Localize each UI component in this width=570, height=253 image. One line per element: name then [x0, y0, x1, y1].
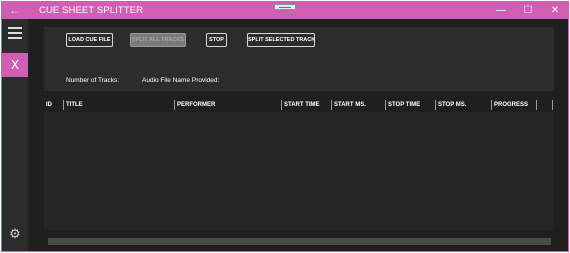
- main-content: LOAD CUE FILE SPLIT ALL TRACKS STOP SPLI…: [28, 19, 568, 251]
- column-divider[interactable]: [552, 100, 553, 110]
- audio-file-label: Audio File Name Provided:: [142, 77, 220, 84]
- column-header[interactable]: PROGRESS: [494, 99, 528, 111]
- column-divider[interactable]: [385, 100, 386, 110]
- horizontal-scrollbar[interactable]: [48, 238, 551, 245]
- column-divider[interactable]: [63, 100, 64, 110]
- toolbar: LOAD CUE FILE SPLIT ALL TRACKS STOP SPLI…: [44, 27, 554, 91]
- track-count-label: Number of Tracks:: [66, 77, 120, 84]
- column-header[interactable]: TITLE: [66, 99, 83, 111]
- column-header[interactable]: STOP TIME: [388, 99, 420, 111]
- gear-icon[interactable]: ⚙: [7, 227, 23, 243]
- column-divider[interactable]: [435, 100, 436, 110]
- column-header[interactable]: START TIME: [284, 99, 320, 111]
- back-arrow-icon[interactable]: ←: [8, 3, 22, 17]
- column-header[interactable]: PERFORMER: [177, 99, 215, 111]
- nav-item-splitter[interactable]: X: [2, 53, 28, 77]
- split-all-tracks-button[interactable]: SPLIT ALL TRACKS: [130, 33, 186, 47]
- column-header[interactable]: STOP MS.: [438, 99, 466, 111]
- hamburger-icon[interactable]: [8, 27, 22, 39]
- column-divider[interactable]: [491, 100, 492, 110]
- stop-button[interactable]: STOP: [206, 33, 227, 47]
- column-header[interactable]: ID: [46, 99, 52, 111]
- column-divider[interactable]: [281, 100, 282, 110]
- sidebar: X ⚙: [2, 19, 28, 251]
- minimize-button[interactable]: —: [488, 2, 514, 19]
- column-divider[interactable]: [174, 100, 175, 110]
- app-window: ← CUE SHEET SPLITTER — ☐ ✕ X ⚙ LOAD CUE …: [1, 1, 569, 252]
- load-cue-file-button[interactable]: LOAD CUE FILE: [66, 33, 113, 47]
- column-divider[interactable]: [331, 100, 332, 110]
- drag-handle[interactable]: [274, 4, 296, 10]
- maximize-button[interactable]: ☐: [515, 2, 541, 19]
- nav-item-glyph: X: [10, 58, 20, 72]
- split-selected-track-button[interactable]: SPLIT SELECTED TRACK: [247, 33, 315, 47]
- title-bar[interactable]: ← CUE SHEET SPLITTER — ☐ ✕: [2, 2, 568, 19]
- close-button[interactable]: ✕: [542, 2, 568, 19]
- column-header[interactable]: START MS.: [334, 99, 366, 111]
- table-header: ID TITLE PERFORMER START TIME START MS. …: [44, 99, 554, 111]
- column-divider[interactable]: [536, 100, 537, 110]
- tracks-list[interactable]: [44, 112, 554, 230]
- window-title: CUE SHEET SPLITTER: [39, 5, 144, 16]
